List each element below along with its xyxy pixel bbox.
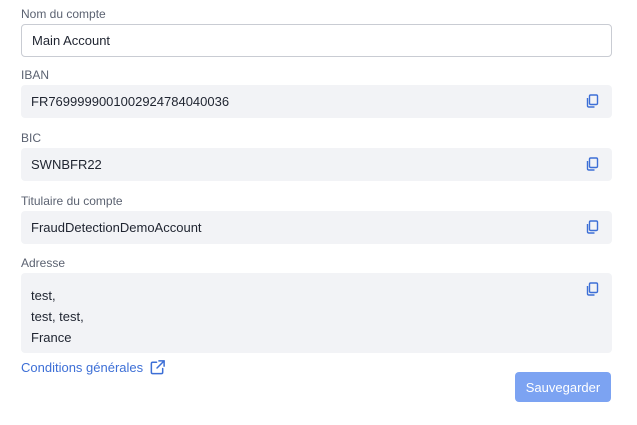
holder-label: Titulaire du compte: [21, 194, 123, 208]
holder-field: FraudDetectionDemoAccount: [21, 211, 612, 244]
iban-field: FR7699999001002924784040036: [21, 85, 612, 118]
account-name-label: Nom du compte: [21, 7, 106, 21]
account-name-input[interactable]: [21, 24, 612, 57]
copy-icon: [586, 282, 599, 296]
terms-link-label: Conditions générales: [21, 360, 144, 375]
address-line: France: [31, 330, 72, 345]
address-line: test, test,: [31, 309, 84, 324]
bic-value: SWNBFR22: [31, 157, 102, 172]
bic-field: SWNBFR22: [21, 148, 612, 181]
iban-label: IBAN: [21, 68, 50, 82]
copy-icon: [586, 157, 599, 171]
address-field: test, test, test, France: [21, 273, 612, 353]
copy-address-button[interactable]: [582, 279, 602, 299]
account-settings-form: Nom du compte IBAN FR7699999001002924784…: [0, 0, 637, 425]
address-label: Adresse: [21, 256, 66, 270]
copy-bic-button[interactable]: [582, 154, 602, 174]
save-button[interactable]: Sauvegarder: [515, 372, 611, 402]
holder-value: FraudDetectionDemoAccount: [31, 220, 202, 235]
bic-label: BIC: [21, 131, 42, 145]
terms-link[interactable]: Conditions générales: [21, 359, 166, 376]
iban-value: FR7699999001002924784040036: [31, 94, 230, 109]
external-link-icon: [150, 360, 166, 375]
copy-icon: [586, 220, 599, 234]
address-line: test,: [31, 288, 56, 303]
copy-holder-button[interactable]: [582, 217, 602, 237]
copy-icon: [586, 94, 599, 108]
copy-iban-button[interactable]: [582, 91, 602, 111]
